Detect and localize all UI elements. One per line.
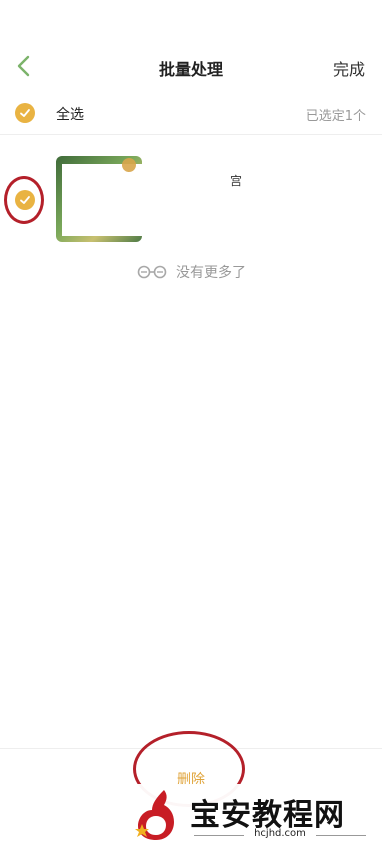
page-title: 批量处理 (158, 60, 223, 79)
list-item[interactable]: 宫 (0, 150, 382, 250)
checkmark-icon (20, 196, 30, 204)
select-all-checkbox[interactable] (15, 103, 35, 123)
watermark: 宝安教程网 hcjhd.com (128, 784, 380, 848)
screen: 批量处理 完成 全选 已选定1个 宫 没有更多了 删除 宝安教程网 hcjhd.… (0, 0, 382, 850)
select-all-bar: 全选 已选定1个 (0, 94, 382, 135)
watermark-domain: hcjhd.com (254, 828, 306, 839)
item-title: 宫 (230, 174, 243, 188)
item-checkbox[interactable] (15, 190, 35, 210)
watermark-logo-icon (135, 790, 174, 840)
checkmark-icon (20, 109, 30, 117)
divider (316, 835, 366, 836)
thumbnail-mask (62, 164, 142, 236)
thumbnail-badge (122, 158, 136, 172)
top-nav-bar: 批量处理 完成 (0, 44, 382, 88)
done-button[interactable]: 完成 (333, 56, 365, 80)
glasses-icon (137, 265, 167, 279)
item-thumbnail (56, 156, 142, 242)
list-end-indicator: 没有更多了 (0, 262, 382, 282)
selected-count: 已选定1个 (305, 109, 366, 124)
select-all-label[interactable]: 全选 (56, 104, 84, 124)
list-end-text: 没有更多了 (176, 265, 246, 281)
